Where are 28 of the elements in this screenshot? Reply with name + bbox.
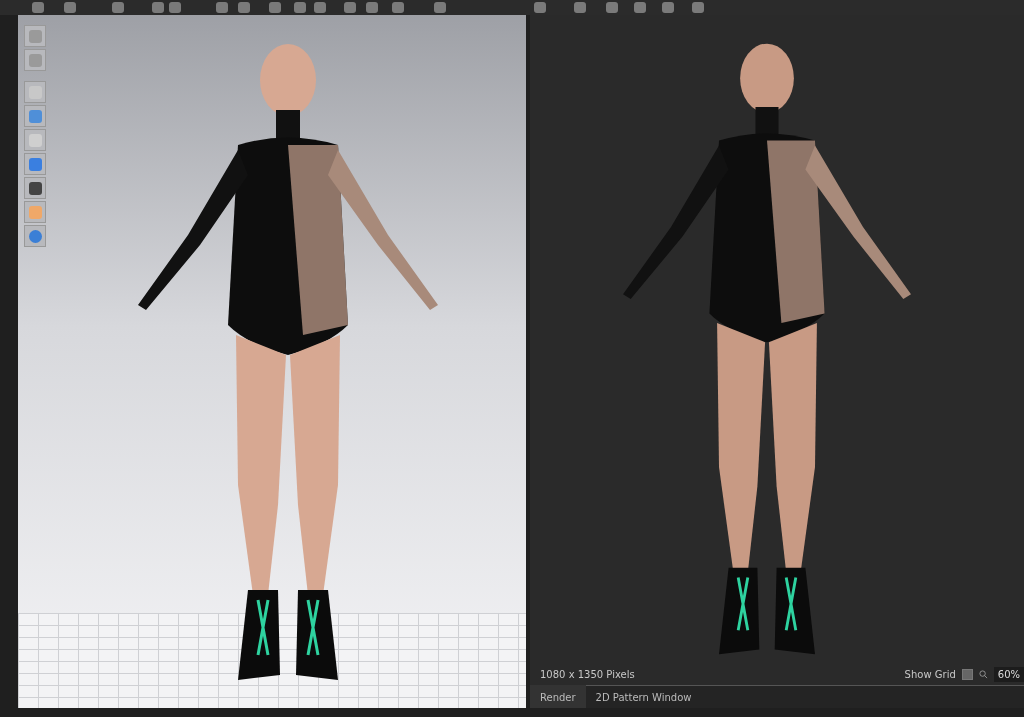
square-icon[interactable]	[24, 177, 46, 199]
tool-icon[interactable]	[534, 2, 546, 13]
show-grid-label: Show Grid	[904, 668, 956, 680]
tool-icon[interactable]	[112, 2, 124, 13]
tab[interactable]: 2D Pattern Window	[585, 686, 702, 708]
tool-icon[interactable]	[32, 2, 44, 13]
show-grid-checkbox[interactable]	[961, 668, 973, 680]
tool-icon[interactable]	[344, 2, 356, 13]
tool-icon[interactable]	[366, 2, 378, 13]
tool-icon[interactable]	[392, 2, 404, 13]
tool-icon[interactable]	[634, 2, 646, 13]
tool-icon[interactable]	[434, 2, 446, 13]
tool-icon[interactable]	[574, 2, 586, 13]
tool-icon[interactable]	[216, 2, 228, 13]
tool-icon[interactable]	[314, 2, 326, 13]
tool-icon[interactable]	[606, 2, 618, 13]
zoom-field[interactable]: 60%	[993, 666, 1024, 682]
tool-icon[interactable]	[662, 2, 674, 13]
resolution-label: 1080 x 1350 Pixels	[540, 668, 635, 680]
search-icon	[978, 669, 988, 679]
tool-icon[interactable]	[64, 2, 76, 13]
tool-icon[interactable]	[169, 2, 181, 13]
tab[interactable]: Render	[530, 685, 586, 708]
tool-icon[interactable]	[294, 2, 306, 13]
tool-icon[interactable]	[152, 2, 164, 13]
tool-icon[interactable]	[269, 2, 281, 13]
tool-icon[interactable]	[692, 2, 704, 13]
tool-icon[interactable]	[238, 2, 250, 13]
